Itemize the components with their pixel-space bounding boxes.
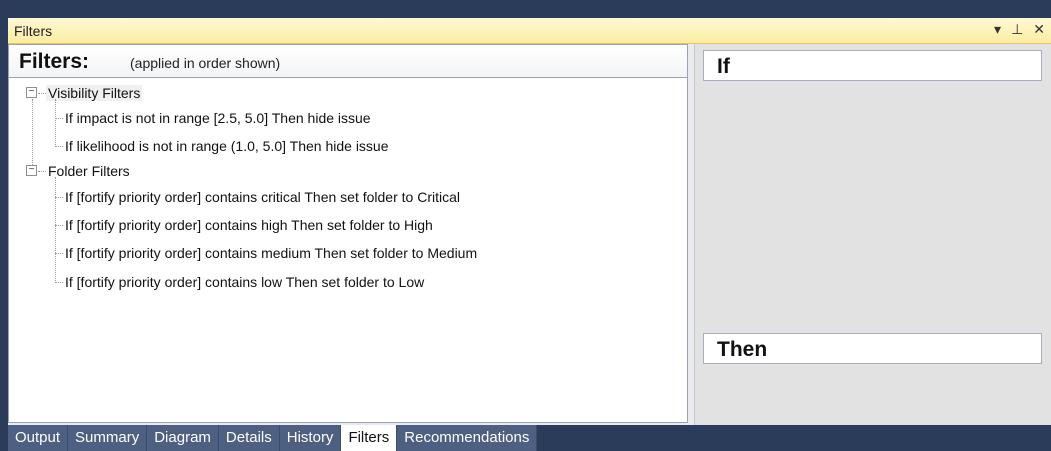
tree-item[interactable]: If [fortify priority order] contains med… xyxy=(65,242,477,264)
tab-output[interactable]: Output xyxy=(8,425,69,451)
tree-connector xyxy=(55,197,63,198)
tree-connector xyxy=(55,253,63,254)
tree-group-folder[interactable]: Folder Filters xyxy=(46,160,132,182)
tree-item[interactable]: If impact is not in range [2.5, 5.0] The… xyxy=(65,107,371,129)
tree-connector xyxy=(55,225,63,226)
tree-group-visibility[interactable]: Visibility Filters xyxy=(46,82,143,104)
filters-subheading: (applied in order shown) xyxy=(130,55,281,71)
dropdown-icon[interactable]: ▾ xyxy=(994,21,1001,38)
tab-summary[interactable]: Summary xyxy=(68,425,148,451)
tree-connector xyxy=(38,171,46,172)
filters-pane: Filters: (applied in order shown) − Visi… xyxy=(8,44,688,423)
then-header: Then xyxy=(703,333,1042,364)
close-icon[interactable]: ✕ xyxy=(1033,21,1045,38)
tab-diagram[interactable]: Diagram xyxy=(147,425,219,451)
filter-tree: − Visibility Filters If impact is not in… xyxy=(9,78,687,422)
tree-connector xyxy=(32,99,33,165)
tree-group-label: Folder Filters xyxy=(48,163,130,179)
tree-connector xyxy=(55,118,63,119)
panel-title-buttons: ▾ ⊥ ✕ xyxy=(994,21,1045,38)
panel-title: Filters xyxy=(14,23,53,39)
tree-connector xyxy=(55,177,56,283)
tree-group-label: Visibility Filters xyxy=(46,85,143,101)
tree-connector xyxy=(55,146,63,147)
tab-recommendations[interactable]: Recommendations xyxy=(397,425,538,451)
collapse-icon[interactable]: − xyxy=(26,87,37,98)
filters-heading: Filters: xyxy=(19,50,90,73)
tree-item[interactable]: If [fortify priority order] contains low… xyxy=(65,271,424,293)
tree-connector xyxy=(55,282,63,283)
tree-item[interactable]: If [fortify priority order] contains cri… xyxy=(65,186,460,208)
rule-detail-pane: If Then xyxy=(694,44,1051,425)
tree-connector xyxy=(55,99,56,147)
filters-header: Filters: (applied in order shown) xyxy=(9,45,687,78)
if-header: If xyxy=(703,50,1042,81)
tree-connector xyxy=(38,93,46,94)
tree-item[interactable]: If [fortify priority order] contains hig… xyxy=(65,214,433,236)
panel-title-bar: Filters ▾ ⊥ ✕ xyxy=(8,18,1051,44)
window-frame: Filters ▾ ⊥ ✕ Filters: (applied in order… xyxy=(0,0,1051,451)
panel-body: Filters: (applied in order shown) − Visi… xyxy=(8,44,1051,425)
tab-filters[interactable]: Filters xyxy=(341,425,398,451)
collapse-icon[interactable]: − xyxy=(26,165,37,176)
tree-item[interactable]: If likelihood is not in range (1.0, 5.0]… xyxy=(65,135,389,157)
tab-history[interactable]: History xyxy=(279,425,342,451)
tab-details[interactable]: Details xyxy=(218,425,280,451)
bottom-tab-strip: Output Summary Diagram Details History F… xyxy=(8,425,1051,451)
pin-icon[interactable]: ⊥ xyxy=(1011,21,1023,38)
